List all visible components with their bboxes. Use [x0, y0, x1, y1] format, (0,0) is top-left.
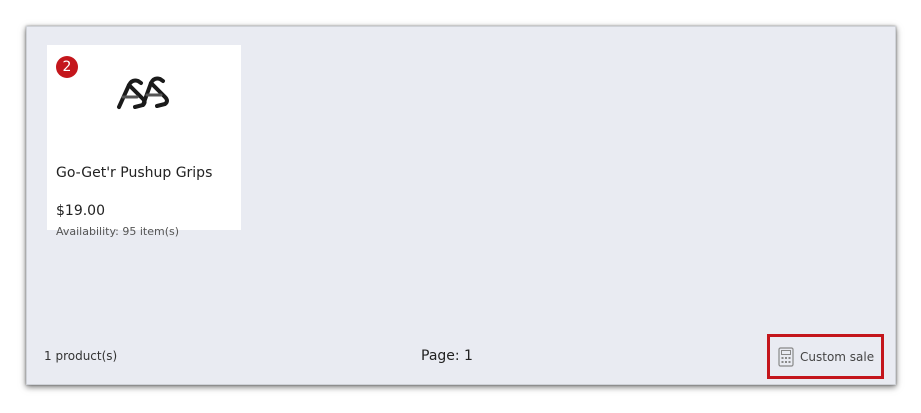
- product-availability: Availability: 95 item(s): [56, 225, 180, 238]
- quantity-badge: 2: [56, 56, 78, 78]
- page-indicator: Page: 1: [421, 348, 473, 364]
- product-name: Go-Get'r Pushup Grips: [56, 165, 213, 181]
- custom-sale-button[interactable]: Custom sale: [767, 334, 884, 379]
- product-grid-panel: 2 Go-Get'r Pushup Grips $19.00 Availabil…: [26, 26, 896, 385]
- custom-sale-label: Custom sale: [800, 349, 875, 364]
- product-count: 1 product(s): [44, 349, 118, 363]
- product-card[interactable]: 2 Go-Get'r Pushup Grips $19.00 Availabil…: [47, 45, 241, 238]
- pushup-grips-image: [117, 76, 169, 109]
- calculator-icon: [778, 346, 794, 367]
- product-price: $19.00: [56, 203, 105, 219]
